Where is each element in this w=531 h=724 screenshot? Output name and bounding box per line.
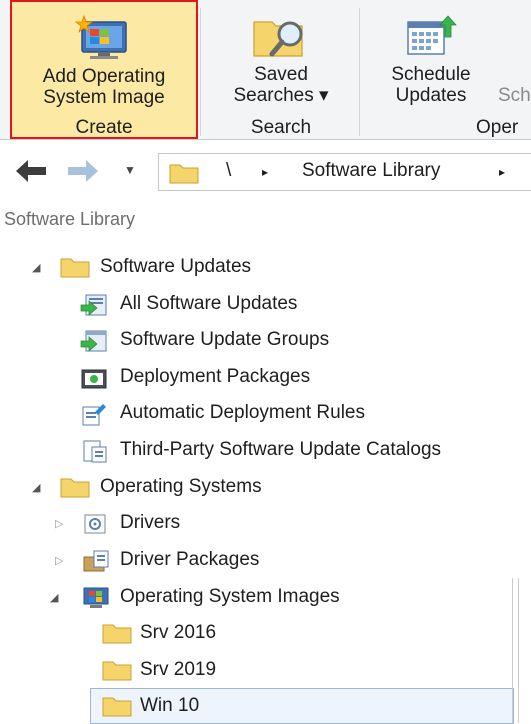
- folder-icon: [60, 256, 90, 283]
- saved-searches-label-line2: Searches ▾: [233, 85, 329, 106]
- pane-border: [518, 578, 519, 723]
- breadcrumb[interactable]: \ ▸ Software Library ▸: [158, 153, 531, 191]
- pane-border: [512, 578, 513, 723]
- driver-packages-icon: [82, 549, 112, 578]
- breadcrumb-arrow-icon[interactable]: ▸: [262, 165, 268, 179]
- tree-node-label: Operating Systems: [100, 476, 262, 497]
- forward-arrow-icon[interactable]: [66, 157, 100, 190]
- folder-icon: [102, 695, 132, 722]
- group-label-oper: Oper: [476, 117, 519, 138]
- tree-node-deployment-packages[interactable]: Deployment Packages: [0, 363, 531, 393]
- automatic-deployment-rules-icon: [80, 402, 110, 431]
- add-os-image-icon: [74, 14, 136, 65]
- tree-node-label: Drivers: [120, 512, 181, 533]
- collapsed-triangle-icon[interactable]: ▷: [55, 517, 63, 530]
- ribbon: Add Operating System Image Create Saved …: [0, 0, 531, 140]
- breadcrumb-root[interactable]: \: [226, 160, 231, 182]
- tree-node-label: Automatic Deployment Rules: [120, 402, 365, 423]
- add-os-label-line2: System Image: [43, 87, 165, 108]
- third-party-catalogs-icon: [80, 439, 110, 468]
- tree-node-label: Software Update Groups: [120, 329, 330, 350]
- tree-node-label: Driver Packages: [120, 549, 260, 570]
- schedule-updates-label-line2: Updates: [395, 85, 467, 106]
- drivers-icon: [82, 512, 112, 541]
- expanded-triangle-icon[interactable]: ◢: [32, 481, 40, 494]
- tree-node-label: Software Updates: [100, 256, 252, 277]
- breadcrumb-arrow-icon[interactable]: ▸: [499, 165, 505, 179]
- os-images-icon: [82, 586, 112, 615]
- saved-searches-label-line1: Saved: [254, 64, 308, 85]
- software-update-groups-icon: [80, 329, 110, 358]
- tree-node-label: Srv 2019: [140, 659, 217, 680]
- deployment-packages-icon: [80, 366, 110, 395]
- tree-node-label: All Software Updates: [120, 293, 298, 314]
- tree-node-third-party-catalogs[interactable]: Third-Party Software Update Catalogs: [0, 436, 531, 466]
- group-label-create: Create: [75, 117, 133, 138]
- tree-node-all-software-updates[interactable]: All Software Updates: [0, 290, 531, 320]
- back-arrow-icon[interactable]: [14, 157, 48, 190]
- add-os-label-line1: Add Operating: [42, 66, 166, 87]
- ribbon-divider: [359, 8, 360, 136]
- schedule-updates-icon: [404, 12, 458, 63]
- expanded-triangle-icon[interactable]: ◢: [50, 591, 58, 604]
- folder-icon: [102, 659, 132, 686]
- saved-searches-icon: [250, 14, 314, 65]
- tree-node-win-10[interactable]: Win 10: [0, 688, 531, 724]
- history-dropdown-icon[interactable]: ▼: [124, 163, 136, 177]
- tree-node-srv-2019[interactable]: Srv 2019: [0, 656, 531, 686]
- tree-node-label: Deployment Packages: [120, 366, 311, 387]
- folder-icon: [102, 622, 132, 649]
- schedule-updates-button[interactable]: Schedule Updates Oper: [370, 0, 518, 139]
- expanded-triangle-icon[interactable]: ◢: [32, 261, 40, 274]
- add-operating-system-image-button[interactable]: Add Operating System Image Create: [10, 0, 198, 139]
- tree-node-software-updates[interactable]: ◢ Software Updates: [0, 253, 531, 283]
- folder-icon: [169, 162, 199, 189]
- tree-node-automatic-deployment-rules[interactable]: Automatic Deployment Rules: [0, 399, 531, 429]
- all-software-updates-icon: [80, 293, 110, 322]
- schedule-updates-label-line1: Schedule: [391, 64, 471, 85]
- address-bar: ▼ \ ▸ Software Library ▸: [0, 140, 531, 202]
- tree-node-label: Srv 2016: [140, 622, 217, 643]
- partial-ribbon-button-label[interactable]: Sch: [498, 85, 531, 107]
- saved-searches-button[interactable]: Saved Searches ▾ Search: [212, 0, 350, 139]
- tree-node-driver-packages[interactable]: ▷ Driver Packages: [0, 546, 531, 576]
- tree-node-label: Third-Party Software Update Catalogs: [120, 439, 442, 460]
- tree-node-srv-2016[interactable]: Srv 2016: [0, 619, 531, 649]
- tree-node-label: Win 10: [140, 695, 200, 716]
- tree-node-label: Operating System Images: [120, 586, 340, 607]
- tree-node-software-update-groups[interactable]: Software Update Groups: [0, 326, 531, 356]
- tree-node-operating-system-images[interactable]: ◢ Operating System Images: [0, 583, 531, 613]
- tree-node-operating-systems[interactable]: ◢ Operating Systems: [0, 473, 531, 503]
- ribbon-divider: [200, 8, 201, 136]
- tree-node-drivers[interactable]: ▷ Drivers: [0, 509, 531, 539]
- group-label-search: Search: [250, 117, 312, 138]
- breadcrumb-software-library[interactable]: Software Library: [302, 160, 440, 182]
- collapsed-triangle-icon[interactable]: ▷: [55, 554, 63, 567]
- folder-icon: [60, 476, 90, 503]
- tree-title: Software Library: [4, 209, 136, 229]
